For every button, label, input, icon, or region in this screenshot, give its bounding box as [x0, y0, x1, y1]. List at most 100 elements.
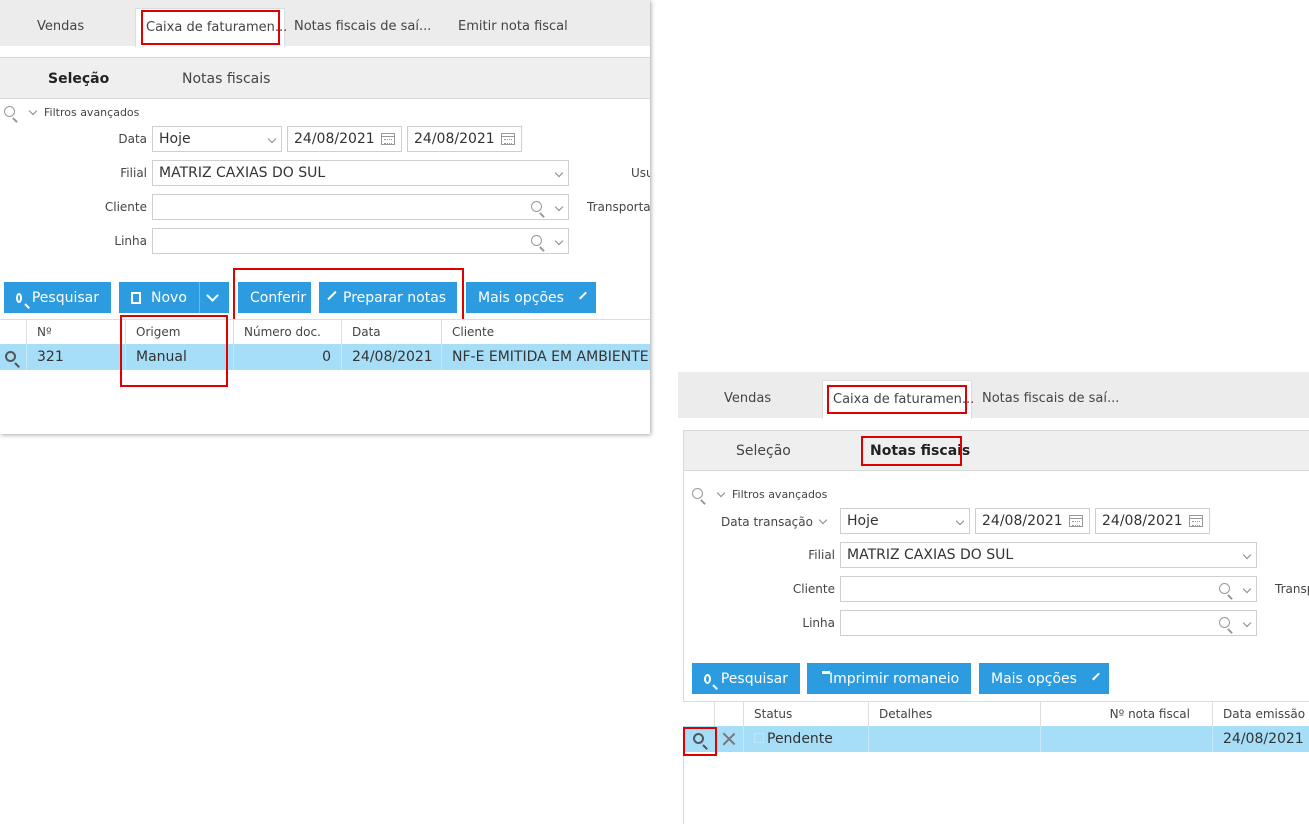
table-row[interactable]: 321 Manual 0 24/08/2021 NF-E EMITIDA EM … [0, 344, 650, 370]
subtab-selecao[interactable]: Seleção [48, 71, 109, 87]
highlight-tab-caixa [827, 385, 967, 414]
tab-notas-fiscais-saida[interactable]: Notas fiscais de saí... [982, 391, 1119, 406]
filters-toggle[interactable]: Filtros avançados [732, 488, 827, 501]
calendar-icon[interactable] [501, 133, 515, 145]
column-data-emissao[interactable]: Data emissão [1212, 702, 1309, 726]
calendar-icon[interactable] [1189, 515, 1203, 527]
column-numero-doc[interactable]: Número doc. [233, 320, 341, 344]
column-status[interactable]: Status [743, 702, 868, 726]
cell-numero: 321 [26, 344, 125, 370]
novo-button[interactable]: Novo [119, 282, 229, 313]
filters-search-icon [4, 106, 15, 117]
data-label: Data [118, 132, 147, 146]
date-from-input[interactable]: 24/08/2021 [287, 126, 402, 152]
filial-label: Filial [808, 548, 835, 562]
subtab-notas-fiscais[interactable]: Notas fiscais [182, 71, 270, 87]
pesquisar-button[interactable]: Pesquisar [4, 282, 111, 313]
tab-emitir-nota-fiscal[interactable]: Emitir nota fiscal [458, 19, 568, 34]
filial-select[interactable]: MATRIZ CAXIAS DO SUL [152, 160, 569, 186]
status-indicator [754, 733, 764, 743]
filial-select[interactable]: MATRIZ CAXIAS DO SUL [840, 542, 1257, 568]
highlight-subtab-notas [861, 436, 962, 466]
chevron-down-icon[interactable] [818, 515, 828, 525]
cliente-label: Cliente [104, 200, 147, 214]
right-grid-header: Status Detalhes Nº nota fiscal Data emis… [683, 701, 1309, 727]
chevron-down-icon[interactable] [206, 289, 219, 302]
pesquisar-button-label: Pesquisar [31, 289, 99, 306]
view-icon[interactable] [5, 351, 16, 362]
date-to-input[interactable]: 24/08/2021 [1095, 508, 1210, 534]
date-from-value: 24/08/2021 [982, 513, 1063, 529]
linha-label: Linha [802, 616, 835, 630]
column-detalhes[interactable]: Detalhes [868, 702, 1040, 726]
chevron-down-icon [955, 516, 965, 526]
linha-label: Linha [114, 234, 147, 248]
filters-search-icon [692, 488, 703, 499]
calendar-icon[interactable] [381, 133, 395, 145]
data-period-value: Hoje [847, 513, 879, 529]
highlight-view-icon [683, 727, 717, 756]
search-icon[interactable] [1219, 583, 1230, 594]
mais-opcoes-button[interactable]: Mais opções [466, 282, 596, 313]
right-window-border [683, 469, 684, 824]
cell-status: Pendente [743, 726, 868, 752]
calendar-icon[interactable] [1069, 515, 1083, 527]
chevron-down-icon[interactable] [1242, 584, 1252, 594]
cell-data-emissao: 24/08/2021 [1212, 726, 1309, 752]
pesquisar-button[interactable]: Pesquisar [692, 663, 800, 694]
cliente-input[interactable] [840, 576, 1257, 602]
column-cliente[interactable]: Cliente [441, 320, 650, 344]
date-from-value: 24/08/2021 [294, 131, 375, 147]
data-period-select[interactable]: Hoje [840, 508, 970, 534]
chevron-down-icon [267, 134, 277, 144]
document-icon [131, 291, 141, 304]
date-to-input[interactable]: 24/08/2021 [407, 126, 522, 152]
subtab-selecao[interactable]: Seleção [736, 443, 791, 459]
date-from-input[interactable]: 24/08/2021 [975, 508, 1090, 534]
status-value: Pendente [767, 731, 833, 747]
cell-cliente: NF-E EMITIDA EM AMBIENTE DE [441, 344, 650, 370]
button-separator [198, 282, 200, 313]
highlight-origem-column [120, 315, 228, 387]
chevron-down-icon[interactable] [1242, 618, 1252, 628]
chevron-down-icon[interactable] [554, 236, 564, 246]
tab-vendas[interactable]: Vendas [724, 391, 771, 406]
cell-detalhes [868, 726, 1040, 752]
filial-value: MATRIZ CAXIAS DO SUL [159, 165, 326, 181]
column-numero-nota[interactable]: Nº nota fiscal [1040, 702, 1212, 726]
filters-chevron-icon[interactable] [28, 106, 38, 116]
cliente-label: Cliente [792, 582, 835, 596]
right-tab-bar: Vendas Caixa de faturamen... Notas fisca… [678, 372, 1309, 419]
chevron-down-icon[interactable] [554, 202, 564, 212]
chevron-down-icon [554, 168, 564, 178]
filters-chevron-icon[interactable] [716, 488, 726, 498]
mais-opcoes-button-label: Mais opções [478, 289, 564, 306]
left-subtab-bar: Seleção Notas fiscais [0, 57, 650, 99]
search-icon[interactable] [1219, 617, 1230, 628]
novo-button-label: Novo [151, 289, 187, 306]
linha-input[interactable] [152, 228, 569, 254]
search-icon[interactable] [531, 201, 542, 212]
imprimir-romaneio-button[interactable]: Imprimir romaneio [807, 663, 971, 694]
tab-vendas[interactable]: Vendas [37, 19, 84, 34]
cell-data: 24/08/2021 [341, 344, 441, 370]
cell-numero-nota [1040, 726, 1212, 752]
data-period-value: Hoje [159, 131, 191, 147]
filters-toggle[interactable]: Filtros avançados [44, 106, 139, 119]
tab-notas-fiscais-saida[interactable]: Notas fiscais de saí... [294, 19, 431, 34]
highlight-action-buttons [233, 268, 464, 321]
date-to-value: 24/08/2021 [414, 131, 495, 147]
column-data[interactable]: Data [341, 320, 441, 344]
column-numero[interactable]: Nº [26, 320, 125, 344]
search-icon[interactable] [531, 235, 542, 246]
pesquisar-button-label: Pesquisar [720, 670, 788, 687]
mais-opcoes-button[interactable]: Mais opções [979, 663, 1109, 694]
linha-input[interactable] [840, 610, 1257, 636]
cliente-input[interactable] [152, 194, 569, 220]
right-subtab-bar: Seleção Notas fiscais [683, 430, 1309, 471]
left-tab-bar: Vendas Caixa de faturamen... Notas fisca… [0, 0, 650, 47]
filial-value: MATRIZ CAXIAS DO SUL [847, 547, 1014, 563]
table-row[interactable]: Pendente 24/08/2021 [683, 726, 1309, 752]
data-period-select[interactable]: Hoje [152, 126, 282, 152]
cancel-icon[interactable] [721, 731, 737, 747]
